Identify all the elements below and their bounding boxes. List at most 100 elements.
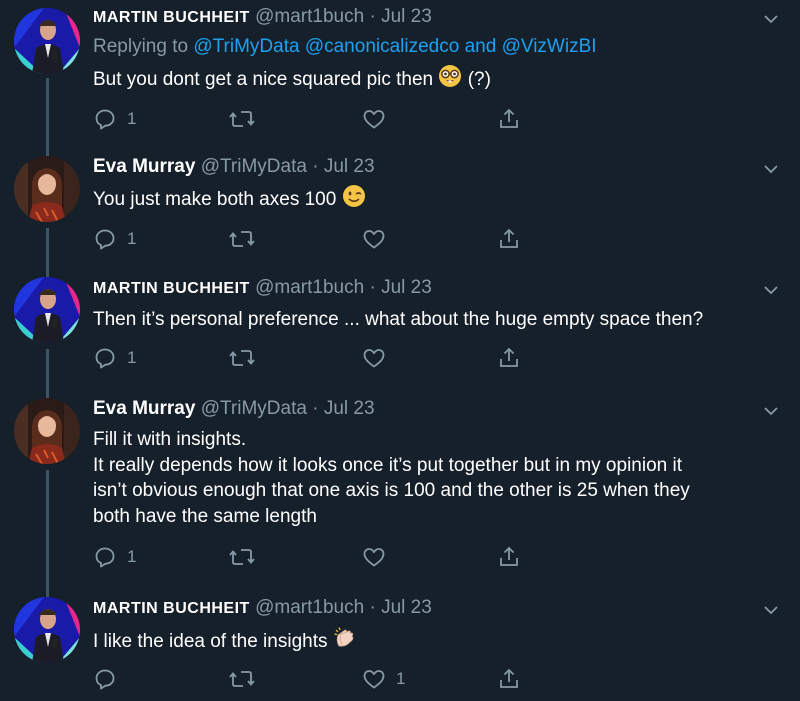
share-button[interactable] xyxy=(497,106,521,132)
reply-icon xyxy=(95,229,115,250)
reply-button[interactable]: 1 xyxy=(93,345,136,371)
retweet-button[interactable] xyxy=(229,226,265,252)
mention-link[interactable]: @TriMyData xyxy=(193,36,299,57)
chevron-down-icon[interactable] xyxy=(760,279,782,301)
retweet-button[interactable] xyxy=(229,666,265,692)
tweet-header: MARTIN BUCHHEIT @mart1buch · Jul 23 xyxy=(93,6,432,28)
tweet-text-line: But you dont get a nice squared pic then xyxy=(93,69,434,90)
tweet-text-line: both have the same length xyxy=(93,505,317,527)
mention-link[interactable]: @canonicalizedco xyxy=(305,36,460,57)
share-button[interactable] xyxy=(497,345,521,371)
retweet-button[interactable] xyxy=(229,106,265,132)
like-button[interactable] xyxy=(362,106,396,132)
winking-face-emoji xyxy=(342,184,366,216)
like-button[interactable] xyxy=(362,345,396,371)
thread-line xyxy=(46,78,49,150)
chevron-down-icon[interactable] xyxy=(760,400,782,422)
tweet[interactable]: Eva Murray @TriMyData · Jul 23 Fill it w… xyxy=(0,392,800,591)
tweet-text-line: You just make both axes 100 xyxy=(93,189,337,210)
retweet-icon xyxy=(229,231,255,247)
tweet[interactable]: MARTIN BUCHHEIT @mart1buch · Jul 23 I li… xyxy=(0,591,800,701)
reply-icon xyxy=(95,669,115,690)
chevron-down-icon[interactable] xyxy=(760,599,782,621)
avatar-eva[interactable] xyxy=(14,398,80,464)
separator-dot: · xyxy=(369,6,376,27)
share-icon xyxy=(500,668,518,688)
author-handle[interactable]: @mart1buch xyxy=(255,6,364,27)
share-icon xyxy=(500,108,518,128)
tweet-actions: 1 xyxy=(93,666,533,692)
reply-button[interactable]: 1 xyxy=(93,106,136,132)
avatar-martin[interactable] xyxy=(14,597,80,663)
separator-dot: · xyxy=(312,398,319,419)
share-button[interactable] xyxy=(497,544,521,570)
retweet-icon xyxy=(229,549,255,565)
tweet-text: Then it’s personal preference ... what a… xyxy=(93,307,773,333)
tweet-text-line: (?) xyxy=(467,69,491,90)
chevron-down-icon[interactable] xyxy=(760,158,782,180)
tweet-actions: 1 xyxy=(93,226,533,252)
reply-count: 1 xyxy=(127,229,137,248)
author-name[interactable]: MARTIN BUCHHEIT xyxy=(93,600,250,617)
separator-dot: · xyxy=(369,597,376,618)
tweet-header: MARTIN BUCHHEIT @mart1buch · Jul 23 xyxy=(93,597,432,619)
reply-count: 1 xyxy=(127,348,137,367)
author-name[interactable]: MARTIN BUCHHEIT xyxy=(93,280,250,297)
heart-icon xyxy=(363,349,385,368)
retweet-icon xyxy=(229,350,255,366)
chevron-down-icon[interactable] xyxy=(760,8,782,30)
reply-button[interactable]: 1 xyxy=(93,226,136,252)
tweet-date[interactable]: Jul 23 xyxy=(381,277,432,298)
reply-icon xyxy=(95,348,115,369)
tweet-date[interactable]: Jul 23 xyxy=(381,6,432,27)
reply-button[interactable] xyxy=(93,666,127,692)
author-name[interactable]: Eva Murray xyxy=(93,398,195,419)
tweet-header: Eva Murray @TriMyData · Jul 23 xyxy=(93,156,375,178)
tweet-actions: 1 xyxy=(93,345,533,371)
share-button[interactable] xyxy=(497,226,521,252)
tweet-actions: 1 xyxy=(93,544,533,570)
tweet-text: You just make both axes 100 xyxy=(93,184,773,216)
tweet-text: But you dont get a nice squared pic then… xyxy=(93,64,773,96)
tweet-text-line: Then it’s personal preference ... what a… xyxy=(93,309,704,330)
reply-icon xyxy=(95,547,115,568)
share-button[interactable] xyxy=(497,666,521,692)
tweet[interactable]: MARTIN BUCHHEIT @mart1buch · Jul 23 Then… xyxy=(0,271,800,392)
reply-button[interactable]: 1 xyxy=(93,544,136,570)
author-handle[interactable]: @TriMyData xyxy=(201,398,307,419)
avatar-eva[interactable] xyxy=(14,156,80,222)
heart-icon xyxy=(363,548,385,567)
tweet[interactable]: MARTIN BUCHHEIT @mart1buch · Jul 23 Repl… xyxy=(0,0,800,150)
retweet-button[interactable] xyxy=(229,345,265,371)
tweet-text-line: Fill it with insights. xyxy=(93,429,247,450)
tweet-date[interactable]: Jul 23 xyxy=(324,156,375,177)
reply-count: 1 xyxy=(127,109,137,128)
tweet-date[interactable]: Jul 23 xyxy=(324,398,375,419)
mention-link[interactable]: @VizWizBI xyxy=(502,36,597,57)
reply-icon xyxy=(95,109,115,130)
like-button[interactable]: 1 xyxy=(362,666,405,692)
separator-dot: · xyxy=(369,277,376,298)
share-icon xyxy=(500,546,518,566)
retweet-button[interactable] xyxy=(229,544,265,570)
tweet-header: Eva Murray @TriMyData · Jul 23 xyxy=(93,398,375,420)
like-button[interactable] xyxy=(362,226,396,252)
thread-line xyxy=(46,228,49,271)
nerd-face-emoji xyxy=(438,64,462,96)
tweet-actions: 1 xyxy=(93,106,533,132)
tweet[interactable]: Eva Murray @TriMyData · Jul 23 You just … xyxy=(0,150,800,271)
heart-icon xyxy=(363,230,385,249)
author-name[interactable]: Eva Murray xyxy=(93,156,195,177)
author-handle[interactable]: @TriMyData xyxy=(201,156,307,177)
avatar-martin[interactable] xyxy=(14,277,80,343)
tweet-text-line: It really depends how it looks once it’s… xyxy=(93,454,682,476)
author-handle[interactable]: @mart1buch xyxy=(255,597,364,618)
author-name[interactable]: MARTIN BUCHHEIT xyxy=(93,9,250,26)
tweet-text-line: I like the idea of the insights xyxy=(93,631,328,652)
like-button[interactable] xyxy=(362,544,396,570)
thread-line xyxy=(46,470,49,591)
tweet-date[interactable]: Jul 23 xyxy=(381,597,432,618)
retweet-icon xyxy=(229,111,255,127)
avatar-martin[interactable] xyxy=(14,8,80,74)
author-handle[interactable]: @mart1buch xyxy=(255,277,364,298)
